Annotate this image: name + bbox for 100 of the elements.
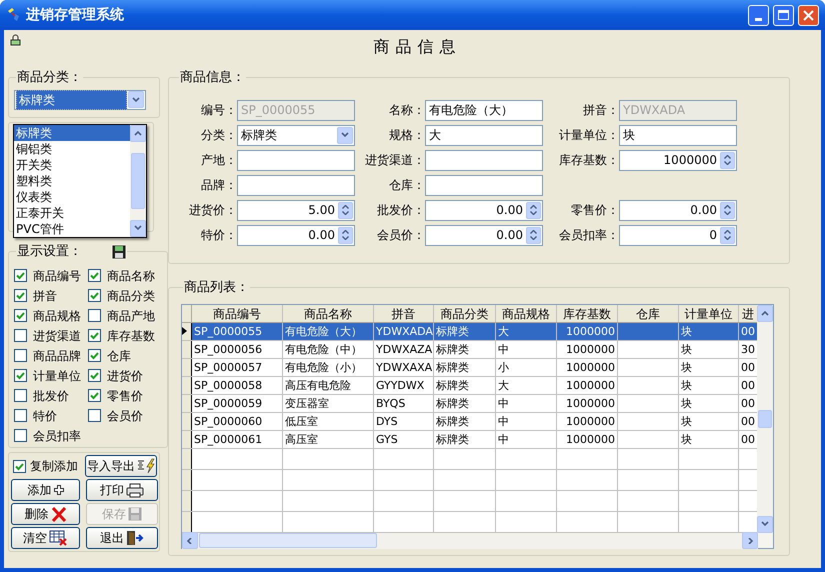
- table-cell: 块: [679, 358, 739, 376]
- table-cell: 有电危险（中）: [283, 340, 374, 358]
- field-label: 批发价：: [376, 202, 425, 219]
- number-field[interactable]: 0.00: [425, 224, 543, 246]
- toolbar-button[interactable]: 导入导出: [85, 455, 157, 477]
- number-field[interactable]: 1000000: [619, 150, 737, 170]
- table-row[interactable]: SP_0000056 有电危险（中） YDWXAZA 标牌类 中 1000000 块 30: [182, 340, 757, 358]
- dropdown-option[interactable]: 铜铝类: [14, 140, 130, 156]
- table-cell: 标牌类: [434, 358, 496, 376]
- table-cell: 大: [496, 322, 557, 340]
- dropdown-option[interactable]: 开关类: [14, 156, 130, 172]
- field-label: 进货渠道：: [364, 152, 425, 169]
- table-cell: 有电危险（小）: [283, 358, 374, 376]
- table-cell: 高压有电危险: [283, 376, 374, 394]
- field-label: 规格：: [388, 127, 425, 144]
- toolbar-button[interactable]: 退出: [86, 527, 158, 549]
- table-cell: SP_0000056: [192, 340, 283, 358]
- dropdown-option[interactable]: 正泰开关: [14, 204, 130, 220]
- toolbar-button[interactable]: 清空: [11, 527, 80, 549]
- checkbox-label: 商品编号: [33, 268, 81, 284]
- group-title: 显示设置：: [17, 243, 82, 261]
- column-header[interactable]: 商品分类: [434, 304, 496, 322]
- table-cell: SP_0000058: [192, 376, 283, 394]
- text-field[interactable]: 大: [425, 124, 543, 146]
- number-field[interactable]: 0: [619, 224, 737, 246]
- dropdown-option[interactable]: 仪表类: [14, 188, 130, 204]
- table-cell: 1000000: [557, 430, 618, 448]
- table-cell: 标牌类: [434, 340, 496, 358]
- field-label: 计量单位：: [558, 127, 619, 144]
- table-cell: 1000000: [557, 376, 618, 394]
- field-label: 编号：: [200, 102, 237, 119]
- checkbox-label: 复制添加: [30, 458, 78, 475]
- checkbox-label: 拼音: [33, 288, 57, 304]
- table-row[interactable]: SP_0000061 高压室 GYS 标牌类 中 1000000 块 00: [182, 430, 757, 448]
- dropdown-option[interactable]: 塑料类: [14, 172, 130, 188]
- number-field[interactable]: 5.00: [237, 200, 355, 220]
- checkbox-label: 批发价: [33, 388, 69, 404]
- table-row[interactable]: SP_0000055 有电危险（大） YDWXADA 标牌类 大 1000000 块 00: [182, 322, 757, 340]
- table-cell: SP_0000057: [192, 358, 283, 376]
- table-cell: 中: [496, 340, 557, 358]
- table-cell: 1000000: [557, 394, 618, 412]
- table-cell: 变压器室: [283, 394, 374, 412]
- column-header[interactable]: 仓库: [618, 304, 679, 322]
- table-cell: 标牌类: [434, 430, 496, 448]
- table-cell: 有电危险（大）: [283, 322, 374, 340]
- table-cell: SP_0000055: [192, 322, 283, 340]
- table-cell: 1000000: [557, 340, 618, 358]
- table-cell: 标牌类: [434, 412, 496, 430]
- text-field[interactable]: 块: [619, 124, 737, 146]
- field-label: 特价：: [200, 227, 237, 244]
- table-cell: 标牌类: [434, 322, 496, 340]
- field-label: 品牌：: [200, 177, 237, 194]
- checkbox-label: 会员扣率: [33, 428, 81, 444]
- checkbox-label: 商品规格: [33, 308, 81, 324]
- column-header[interactable]: 计量单位: [679, 304, 739, 322]
- field-label: 会员扣率：: [558, 227, 619, 244]
- field-label: 分类：: [200, 127, 237, 144]
- number-field[interactable]: 0.00: [237, 224, 355, 246]
- column-header[interactable]: 商品编号: [192, 304, 283, 322]
- number-field[interactable]: 0.00: [425, 200, 543, 220]
- checkbox-label: 会员价: [107, 408, 143, 424]
- window-title: 进销存管理系统: [26, 6, 124, 24]
- column-header[interactable]: 库存基数: [557, 304, 618, 322]
- column-header[interactable]: 商品规格: [496, 304, 557, 322]
- category-dropdown[interactable]: 标牌类: [14, 90, 146, 110]
- table-cell: 标牌类: [434, 394, 496, 412]
- text-field[interactable]: 有电危险（大）: [425, 100, 543, 120]
- category-select[interactable]: 标牌类: [237, 124, 355, 146]
- toolbar-button[interactable]: 打印: [86, 479, 158, 501]
- checkbox-label: 进货价: [107, 368, 143, 384]
- table-cell: 小: [496, 358, 557, 376]
- table-cell: SP_0000060: [192, 412, 283, 430]
- group-title: 商品信息：: [180, 69, 245, 87]
- table-cell: 块: [679, 376, 739, 394]
- toolbar-button[interactable]: 添加: [11, 479, 80, 501]
- checkbox-label: 商品品牌: [33, 348, 81, 364]
- dropdown-option[interactable]: PVC管件: [14, 220, 130, 236]
- field-label: 名称：: [388, 102, 425, 119]
- page-title: 商品信息: [374, 36, 462, 58]
- table-row[interactable]: SP_0000058 高压有电危险 GYYDWX 标牌类 大 1000000 块 00: [182, 376, 757, 394]
- table-row[interactable]: SP_0000057 有电危险（小） YDWXAXA 标牌类 小 1000000 块 00: [182, 358, 757, 376]
- toolbar-button[interactable]: 删除: [11, 503, 80, 525]
- table-cell: 高压室: [283, 430, 374, 448]
- column-header[interactable]: 拼音: [374, 304, 434, 322]
- table-cell: 中: [496, 430, 557, 448]
- table-cell: YDWXAZA: [374, 340, 434, 358]
- field-label: 仓库：: [388, 177, 425, 194]
- number-field[interactable]: 0.00: [619, 200, 737, 220]
- field-label: 进货价：: [188, 202, 237, 219]
- dropdown-option[interactable]: 标牌类: [14, 124, 130, 140]
- checkbox-label: 仓库: [107, 348, 131, 364]
- table-row[interactable]: SP_0000060 低压室 DYS 标牌类 中 1000000 块 00: [182, 412, 757, 430]
- column-header[interactable]: 商品名称: [283, 304, 374, 322]
- table-cell: 块: [679, 340, 739, 358]
- table-row[interactable]: SP_0000059 变压器室 BYQS 标牌类 中 1000000 块 00: [182, 394, 757, 412]
- table-cell: GYYDWX: [374, 376, 434, 394]
- checkbox-label: 零售价: [107, 388, 143, 404]
- field-label: 会员价：: [376, 227, 425, 244]
- field-label: 拼音：: [582, 102, 619, 119]
- table-cell: GYS: [374, 430, 434, 448]
